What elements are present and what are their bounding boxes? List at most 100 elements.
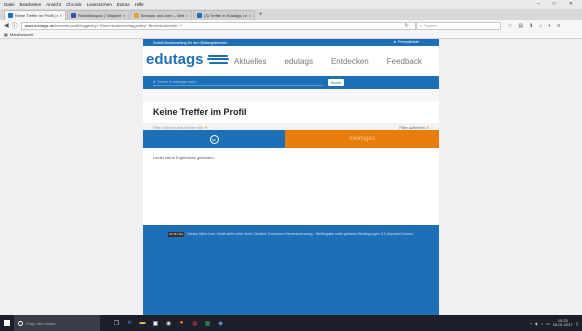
nav-aktuelles[interactable]: Aktuelles xyxy=(234,57,266,66)
app-icon[interactable]: ◆ xyxy=(216,319,225,328)
login-link[interactable]: ● Freundeliste xyxy=(394,40,419,44)
tab-label: (3) Treffer in Edutags | edu... xyxy=(204,13,247,18)
spacer xyxy=(143,89,439,101)
home-icon[interactable]: ⌂ xyxy=(539,23,542,29)
close-tab-icon[interactable]: × xyxy=(249,13,251,18)
store-icon[interactable]: ▣ xyxy=(151,319,160,328)
profile-tabs: cc meinsges xyxy=(143,130,439,148)
site-search-placeholder: Suche in edutags nach... xyxy=(157,80,199,84)
main-nav: Aktuelles edutags Entdecken Feedback xyxy=(234,57,422,66)
edge-icon[interactable]: e xyxy=(125,319,134,328)
info-icon[interactable]: ⓘ xyxy=(12,21,18,30)
browser-tab[interactable]: Keine Treffer im Profil | ed... × xyxy=(4,10,66,20)
favicon-icon xyxy=(8,13,13,18)
menu-bar: Datei Bearbeiten Ansicht Chronik Lesezei… xyxy=(0,0,582,9)
start-button[interactable] xyxy=(0,315,14,331)
license-notice: CC BY-SA Dieses Werk bzw. Inhalt steht u… xyxy=(143,225,439,243)
close-window-button[interactable]: ✕ xyxy=(569,1,573,7)
toolbar-icons: ☆ ▤ ⬇ ⌂ ◐ ≡ xyxy=(508,23,560,29)
menu-item[interactable]: Ansicht xyxy=(46,2,61,7)
search-icon: ⌕ xyxy=(153,80,156,84)
url-domain: www.edutags.de xyxy=(24,23,54,28)
favicon-icon xyxy=(197,13,202,18)
search-icon: ⌕ xyxy=(419,23,423,28)
menu-item[interactable]: Lesezeichen xyxy=(87,2,112,7)
top-strip: Social Bookmarking für den Bildungsberei… xyxy=(143,39,439,53)
nav-edutags[interactable]: edutags xyxy=(284,57,312,66)
tab-label: Keine Treffer im Profil | ed... xyxy=(15,13,58,18)
download-icon[interactable]: ⬇ xyxy=(529,23,533,29)
footer-background xyxy=(143,243,439,315)
maximize-button[interactable]: □ xyxy=(553,1,556,7)
favicon-icon xyxy=(71,13,76,18)
browser-tab[interactable]: (3) Treffer in Edutags | edu... × xyxy=(193,10,255,20)
excel-icon[interactable]: ▦ xyxy=(203,319,212,328)
url-path: /bewerte/profil/taggedby/~Birnenkolacheb… xyxy=(54,23,182,28)
close-tab-icon[interactable]: × xyxy=(60,13,62,18)
star-icon[interactable]: ☆ xyxy=(508,23,512,29)
navigation-toolbar: ◀ ⓘ www.edutags.de /bewerte/profil/tagge… xyxy=(0,20,582,31)
license-text: Dieses Werk bzw. Inhalt steht unter eine… xyxy=(187,232,414,236)
pocket-icon[interactable]: ◐ xyxy=(548,23,551,29)
site-search-bar: ⌕ Suche in edutags nach... Suche xyxy=(143,76,439,89)
browser-search-field[interactable]: ⌕ Suchen xyxy=(415,21,501,30)
remove-filter-icon[interactable]: ✕ xyxy=(205,126,208,130)
chrome-icon[interactable]: ◍ xyxy=(190,319,199,328)
nav-entdecken[interactable]: Entdecken xyxy=(331,57,369,66)
cc-license-badge[interactable]: CC BY-SA xyxy=(168,231,185,237)
menu-item[interactable]: Chronik xyxy=(66,2,82,7)
task-view-icon[interactable]: ❐ xyxy=(112,319,121,328)
nav-feedback[interactable]: Feedback xyxy=(387,57,422,66)
site-search-input[interactable]: ⌕ Suche in edutags nach... xyxy=(153,79,323,86)
tab-label: Redaktionpad | Tätigkeitsb... xyxy=(78,13,121,18)
menu-item[interactable]: Extras xyxy=(117,2,130,7)
bookmark-item[interactable]: Meistbesucht xyxy=(10,32,34,37)
close-icon: ✕ xyxy=(425,125,429,130)
close-tab-icon[interactable]: × xyxy=(123,13,125,18)
menu-item[interactable]: Hilfe xyxy=(135,2,144,7)
browser-tab[interactable]: Browser und Adm – WebM... × xyxy=(130,10,192,20)
cortana-search[interactable]: Frag mich etwas xyxy=(14,315,100,331)
back-arrow-icon[interactable]: ◀ xyxy=(4,22,9,29)
firefox-icon[interactable]: ● xyxy=(177,319,186,328)
chevron-up-icon[interactable]: ^ xyxy=(530,321,532,326)
edutags-logo[interactable]: edutags xyxy=(146,51,229,68)
logo-text: edutags xyxy=(146,51,204,68)
browser-tab[interactable]: Redaktionpad | Tätigkeitsb... × xyxy=(67,10,129,20)
cortana-placeholder: Frag mich etwas xyxy=(26,320,56,326)
tab-bar: Keine Treffer im Profil | ed... × Redakt… xyxy=(0,9,582,20)
filter-remove-link[interactable]: Filter aufheben ✕ xyxy=(399,125,429,130)
notification-icon[interactable]: ▯ xyxy=(576,321,578,326)
url-bar[interactable]: www.edutags.de /bewerte/profil/taggedby/… xyxy=(20,21,416,30)
page-title: Keine Treffer im Profil xyxy=(153,107,247,117)
hamburger-menu-icon[interactable]: ≡ xyxy=(557,23,560,29)
media-icon[interactable]: ◉ xyxy=(164,319,173,328)
network-icon[interactable]: ◈ xyxy=(535,321,538,326)
clock-date: 15.01.2017 xyxy=(552,322,573,327)
cortana-icon xyxy=(18,320,23,326)
language-icon[interactable]: ▭ xyxy=(546,321,550,326)
filter-label: Filter: Meine Lesezeichen Alle ✕ xyxy=(153,125,208,130)
minimize-button[interactable]: – xyxy=(537,1,540,7)
menu-item[interactable]: Bearbeiten xyxy=(20,2,42,7)
file-explorer-icon[interactable]: ▬ xyxy=(138,319,147,328)
windows-taskbar: Frag mich etwas ❐ e ▬ ▣ ◉ ● ◍ ▦ ◆ ^ ◈ ♪ … xyxy=(0,315,582,331)
bookmarks-bar: ▦ Meistbesucht xyxy=(0,31,582,39)
new-tab-button[interactable]: + xyxy=(259,12,263,18)
search-button[interactable]: Suche xyxy=(328,79,344,86)
bookmark-folder-icon: ▦ xyxy=(4,32,8,37)
user-icon: ● xyxy=(393,40,397,44)
menu-item[interactable]: Datei xyxy=(4,2,15,7)
reload-icon[interactable]: ↻ xyxy=(405,23,409,29)
tab-meine[interactable]: meinsges xyxy=(285,130,439,148)
library-icon[interactable]: ▤ xyxy=(518,23,523,29)
tab-label: Browser und Adm – WebM... xyxy=(141,13,184,18)
window-controls: – □ ✕ xyxy=(537,1,578,7)
volume-icon[interactable]: ♪ xyxy=(541,321,543,326)
clock[interactable]: 10:23 15.01.2017 xyxy=(552,318,573,328)
close-tab-icon[interactable]: × xyxy=(186,13,188,18)
system-tray: ^ ◈ ♪ ▭ 10:23 15.01.2017 ▯ xyxy=(530,315,578,331)
tab-creative-commons[interactable]: cc xyxy=(143,130,285,148)
tagline: Social Bookmarking für den Bildungsberei… xyxy=(153,40,228,45)
favicon-icon xyxy=(134,13,139,18)
